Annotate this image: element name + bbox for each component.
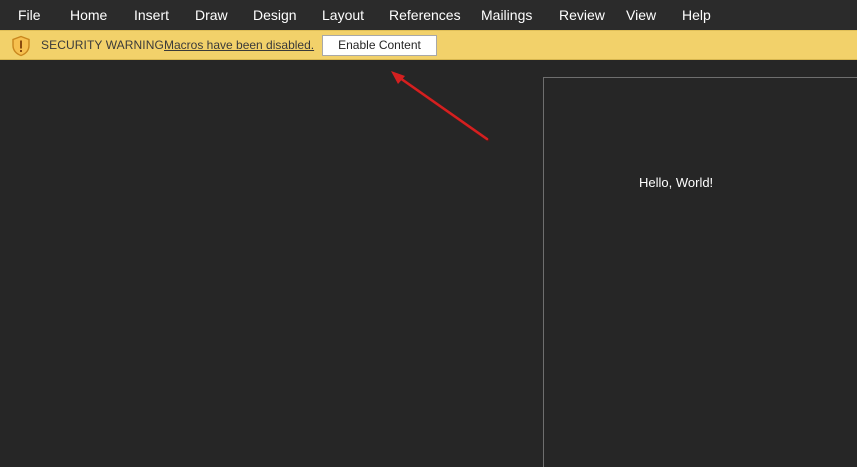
menu-references[interactable]: References [389, 0, 461, 30]
enable-content-button[interactable]: Enable Content [322, 35, 437, 56]
menu-layout[interactable]: Layout [322, 0, 364, 30]
menu-file[interactable]: File [18, 0, 41, 30]
shield-warning-icon [10, 35, 32, 57]
menu-review[interactable]: Review [559, 0, 605, 30]
menu-mailings[interactable]: Mailings [481, 0, 532, 30]
menu-help[interactable]: Help [682, 0, 711, 30]
security-warning-bar: SECURITY WARNING Macros have been disabl… [0, 30, 857, 60]
document-body-text: Hello, World! [639, 175, 714, 190]
document-page[interactable]: Hello, World! [543, 77, 857, 467]
security-warning-title: SECURITY WARNING [41, 38, 164, 52]
menu-design[interactable]: Design [253, 0, 297, 30]
menu-draw[interactable]: Draw [195, 0, 228, 30]
menu-home[interactable]: Home [70, 0, 107, 30]
menu-insert[interactable]: Insert [134, 0, 169, 30]
macros-disabled-link[interactable]: Macros have been disabled. [164, 31, 314, 59]
ribbon-menu-bar: File Home Insert Draw Design Layout Refe… [0, 0, 857, 30]
menu-view[interactable]: View [626, 0, 656, 30]
